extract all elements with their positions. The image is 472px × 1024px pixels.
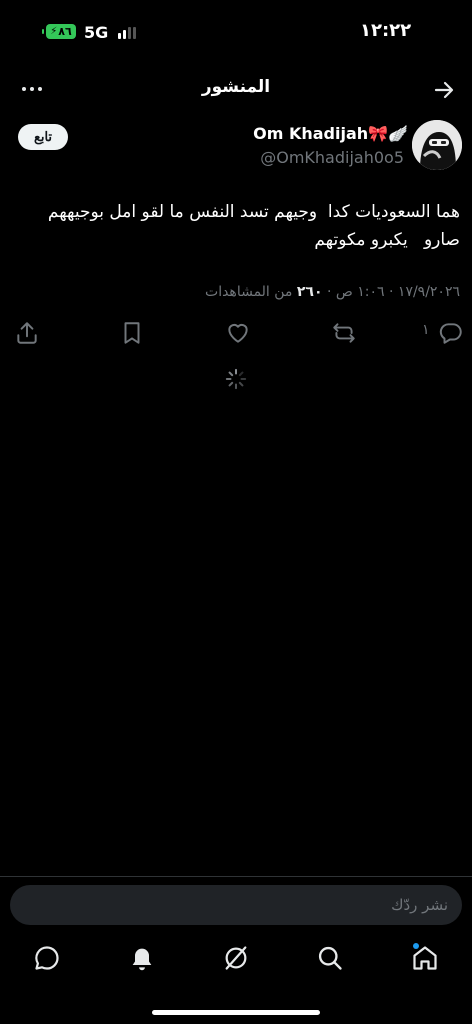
grok-tab-icon[interactable]: [222, 944, 250, 972]
search-tab-icon[interactable]: [316, 944, 344, 972]
page-title: المنشور: [201, 77, 271, 97]
like-heart-icon[interactable]: [225, 320, 251, 346]
loading-spinner-icon: [225, 368, 247, 390]
avatar-image: [412, 120, 462, 170]
reply-bubble-icon[interactable]: [438, 320, 464, 346]
home-notification-dot: [413, 943, 419, 949]
post-header: المنشور: [0, 70, 472, 110]
share-icon[interactable]: [14, 320, 40, 346]
post-text: هما السعوديات كدا وجيهم تسد النفس ما لقو…: [42, 202, 460, 250]
status-time: ١٢:٢٢: [360, 20, 412, 41]
author-avatar[interactable]: [412, 120, 462, 170]
repost-icon[interactable]: [331, 320, 357, 346]
signal-strength-icon: [118, 26, 136, 39]
post-meta: ١٧/٩/٢٠٢٦ · ١:٠٦ ص · ٢٦٠ من المشاهدات: [205, 284, 460, 300]
reply-input[interactable]: [10, 885, 462, 925]
follow-button[interactable]: تابع: [18, 124, 68, 150]
back-arrow-icon[interactable]: [432, 78, 456, 102]
battery-level: ٨٦: [58, 25, 72, 38]
bottom-tab-bar: [0, 936, 472, 986]
views-count: ٢٦٠: [296, 284, 323, 300]
home-indicator[interactable]: [152, 1010, 320, 1015]
post-actions: ١: [0, 318, 472, 348]
notifications-bell-icon[interactable]: [128, 944, 156, 972]
bookmark-icon[interactable]: [119, 320, 145, 346]
messages-tab-icon[interactable]: [33, 944, 61, 972]
views-label: من المشاهدات: [205, 284, 293, 300]
author-handle[interactable]: @OmKhadijah0o5: [260, 148, 404, 167]
status-bar: ⚡ ٨٦ 5G ١٢:٢٢: [0, 0, 472, 62]
composer-divider: [0, 876, 472, 877]
post-date-time[interactable]: ١٧/٩/٢٠٢٦ · ١:٠٦ ص: [336, 284, 460, 300]
charging-bolt-icon: ⚡: [50, 26, 58, 37]
battery-indicator: ⚡ ٨٦: [42, 24, 76, 39]
reply-count: ١: [422, 322, 430, 338]
author-name[interactable]: Om Khadijah🎀🪽: [253, 124, 408, 143]
network-type: 5G: [84, 23, 109, 42]
